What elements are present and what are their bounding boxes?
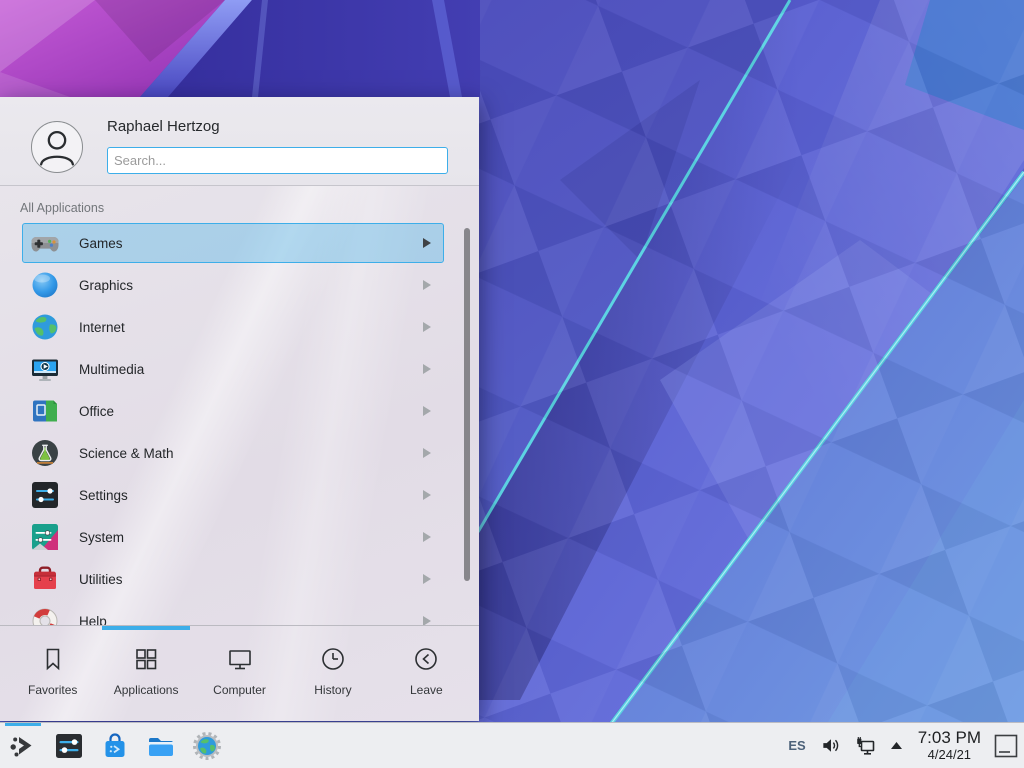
lifering-icon	[29, 605, 61, 625]
submenu-arrow-icon	[423, 280, 431, 290]
search-input[interactable]	[107, 147, 448, 174]
category-label: Help	[79, 614, 423, 626]
volume-tray-item[interactable]	[813, 735, 848, 756]
submenu-arrow-icon	[423, 364, 431, 374]
tray-expander[interactable]	[884, 742, 909, 750]
network-tray-item[interactable]	[848, 735, 884, 757]
submenu-arrow-icon	[423, 406, 431, 416]
discover-launcher[interactable]	[92, 723, 138, 768]
globe-icon	[29, 311, 61, 343]
kde-launcher-icon	[7, 730, 39, 762]
list-scrollbar[interactable]	[464, 228, 470, 581]
tab-label: Applications	[114, 683, 179, 697]
keyboard-layout-indicator[interactable]: ES	[781, 738, 812, 753]
web-browser-launcher[interactable]	[184, 723, 230, 768]
flask-icon	[29, 437, 61, 469]
app-launcher-button[interactable]	[0, 723, 46, 768]
tab-leave[interactable]: Leave	[380, 626, 473, 721]
launcher-tab-bar: Favorites Applications Computer	[0, 625, 479, 721]
network-icon	[855, 735, 877, 757]
clock-icon	[319, 645, 347, 673]
desktop: Raphael Hertzog All Applications Games	[0, 0, 1024, 768]
category-item-multimedia[interactable]: Multimedia	[22, 349, 444, 389]
system-tray: ES	[781, 726, 1024, 766]
category-item-help[interactable]: Help	[22, 601, 444, 625]
multimedia-icon	[29, 353, 61, 385]
bookmark-icon	[39, 645, 67, 673]
category-item-science-math[interactable]: Science & Math	[22, 433, 444, 473]
user-name: Raphael Hertzog	[107, 118, 220, 135]
category-label: Utilities	[79, 572, 423, 587]
office-icon	[29, 395, 61, 427]
category-label: Games	[79, 236, 423, 251]
category-label: Graphics	[79, 278, 423, 293]
monitor-icon	[226, 645, 254, 673]
category-label: System	[79, 530, 423, 545]
show-desktop-button[interactable]	[990, 726, 1022, 766]
file-manager-icon	[145, 730, 177, 762]
toolbox-icon	[29, 563, 61, 595]
sphere-icon	[29, 269, 61, 301]
category-label: Settings	[79, 488, 423, 503]
category-item-system[interactable]: System	[22, 517, 444, 557]
tab-favorites[interactable]: Favorites	[6, 626, 99, 721]
category-label: Multimedia	[79, 362, 423, 377]
sliders-icon	[29, 479, 61, 511]
submenu-arrow-icon	[423, 616, 431, 625]
submenu-arrow-icon	[423, 490, 431, 500]
clock-time: 7:03 PM	[918, 729, 981, 747]
launcher-header: Raphael Hertzog	[0, 97, 479, 186]
submenu-arrow-icon	[423, 532, 431, 542]
tab-label: History	[314, 683, 351, 697]
discover-icon	[99, 730, 131, 762]
expand-arrow-icon	[891, 742, 902, 750]
show-desktop-icon	[993, 733, 1019, 759]
category-item-utilities[interactable]: Utilities	[22, 559, 444, 599]
taskbar-panel: ES	[0, 722, 1024, 768]
category-item-settings[interactable]: Settings	[22, 475, 444, 515]
web-browser-icon	[191, 730, 223, 762]
category-label: Science & Math	[79, 446, 423, 461]
clock-date: 4/24/21	[918, 748, 981, 762]
category-label: Internet	[79, 320, 423, 335]
user-icon	[32, 122, 82, 172]
tab-label: Computer	[213, 683, 266, 697]
tab-computer[interactable]: Computer	[193, 626, 286, 721]
category-item-internet[interactable]: Internet	[22, 307, 444, 347]
application-launcher-menu: Raphael Hertzog All Applications Games	[0, 97, 479, 721]
tab-applications[interactable]: Applications	[99, 626, 192, 721]
category-item-graphics[interactable]: Graphics	[22, 265, 444, 305]
submenu-arrow-icon	[423, 238, 431, 248]
system-settings-launcher[interactable]	[46, 723, 92, 768]
volume-icon	[820, 735, 841, 756]
tab-history[interactable]: History	[286, 626, 379, 721]
submenu-arrow-icon	[423, 574, 431, 584]
gamepad-icon	[29, 227, 61, 259]
file-manager-launcher[interactable]	[138, 723, 184, 768]
category-label: Office	[79, 404, 423, 419]
tab-label: Favorites	[28, 683, 77, 697]
submenu-arrow-icon	[423, 322, 431, 332]
category-list: Games Graphics	[22, 223, 444, 625]
grid-icon	[132, 645, 160, 673]
category-item-games[interactable]: Games	[22, 223, 444, 263]
system-icon	[29, 521, 61, 553]
submenu-arrow-icon	[423, 448, 431, 458]
user-avatar[interactable]	[31, 121, 83, 173]
digital-clock[interactable]: 7:03 PM 4/24/21	[918, 729, 981, 761]
section-label: All Applications	[20, 201, 104, 215]
system-settings-icon	[53, 730, 85, 762]
tab-label: Leave	[410, 683, 443, 697]
leave-icon	[412, 645, 440, 673]
category-item-office[interactable]: Office	[22, 391, 444, 431]
